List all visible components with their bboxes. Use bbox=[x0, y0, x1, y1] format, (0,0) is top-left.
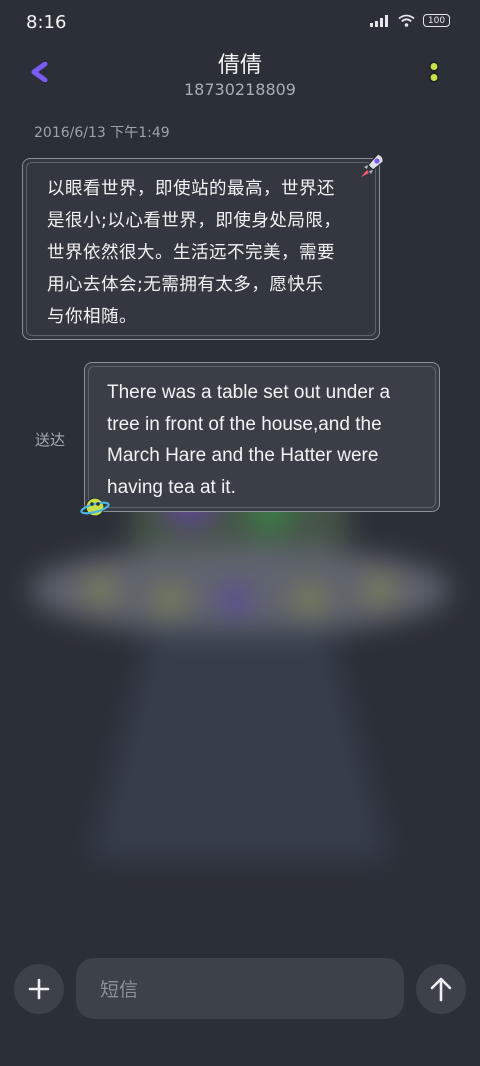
message-line: 与你相随。 bbox=[47, 307, 137, 327]
battery-icon: 100 bbox=[423, 14, 450, 27]
message-line: 是很小;以心看世界，即使身处局限， bbox=[47, 211, 342, 231]
message-input-placeholder: 短信 bbox=[100, 979, 139, 1001]
wifi-icon bbox=[398, 14, 415, 27]
rocket-sticker-icon bbox=[361, 153, 384, 177]
status-icons: 100 bbox=[370, 14, 450, 27]
message-line: tree in front of the house,and the bbox=[107, 413, 382, 435]
conversation-header: 倩倩 18730218809 bbox=[0, 44, 480, 104]
add-attachment-button[interactable] bbox=[14, 964, 64, 1014]
send-arrow-icon bbox=[430, 977, 452, 1002]
message-input[interactable]: 短信 bbox=[76, 958, 404, 1019]
delivery-status: 送达 bbox=[35, 431, 66, 449]
status-bar: 8:16 100 bbox=[0, 0, 480, 44]
outgoing-message-text: There was a table set out under a tree i… bbox=[107, 377, 419, 503]
add-icon bbox=[28, 978, 50, 1000]
status-time: 8:16 bbox=[26, 12, 67, 33]
message-line: There was a table set out under a bbox=[107, 382, 391, 403]
contact-number: 18730218809 bbox=[184, 80, 296, 99]
signal-icon bbox=[370, 14, 388, 27]
contact-name: 倩倩 bbox=[217, 53, 262, 78]
incoming-message-text: 以眼看世界，即使站的最高，世界还 是很小;以心看世界，即使身处局限， 世界依然很… bbox=[47, 173, 357, 333]
message-line: having tea at it. bbox=[107, 476, 236, 498]
message-line: 用心去体会;无需拥有太多，愿快乐 bbox=[47, 275, 324, 295]
planet-sticker-icon bbox=[80, 497, 110, 517]
message-line: 世界依然很大。生活远不完美，需要 bbox=[47, 243, 335, 263]
message-timestamp: 2016/6/13 下午1:49 bbox=[34, 125, 170, 141]
sms-conversation-screen: 8:16 100 倩倩 18730218809 2016/6/13 下午1:49… bbox=[0, 0, 480, 1066]
battery-level: 100 bbox=[427, 15, 446, 26]
send-button[interactable] bbox=[416, 964, 466, 1014]
outgoing-message-bubble[interactable]: There was a table set out under a tree i… bbox=[84, 362, 440, 512]
message-line: March Hare and the Hatter were bbox=[107, 445, 379, 466]
message-line: 以眼看世界，即使站的最高，世界还 bbox=[47, 179, 335, 199]
more-icon bbox=[429, 61, 439, 83]
more-options-button[interactable] bbox=[422, 58, 446, 86]
incoming-message-bubble[interactable]: 以眼看世界，即使站的最高，世界还 是很小;以心看世界，即使身处局限， 世界依然很… bbox=[22, 158, 380, 340]
